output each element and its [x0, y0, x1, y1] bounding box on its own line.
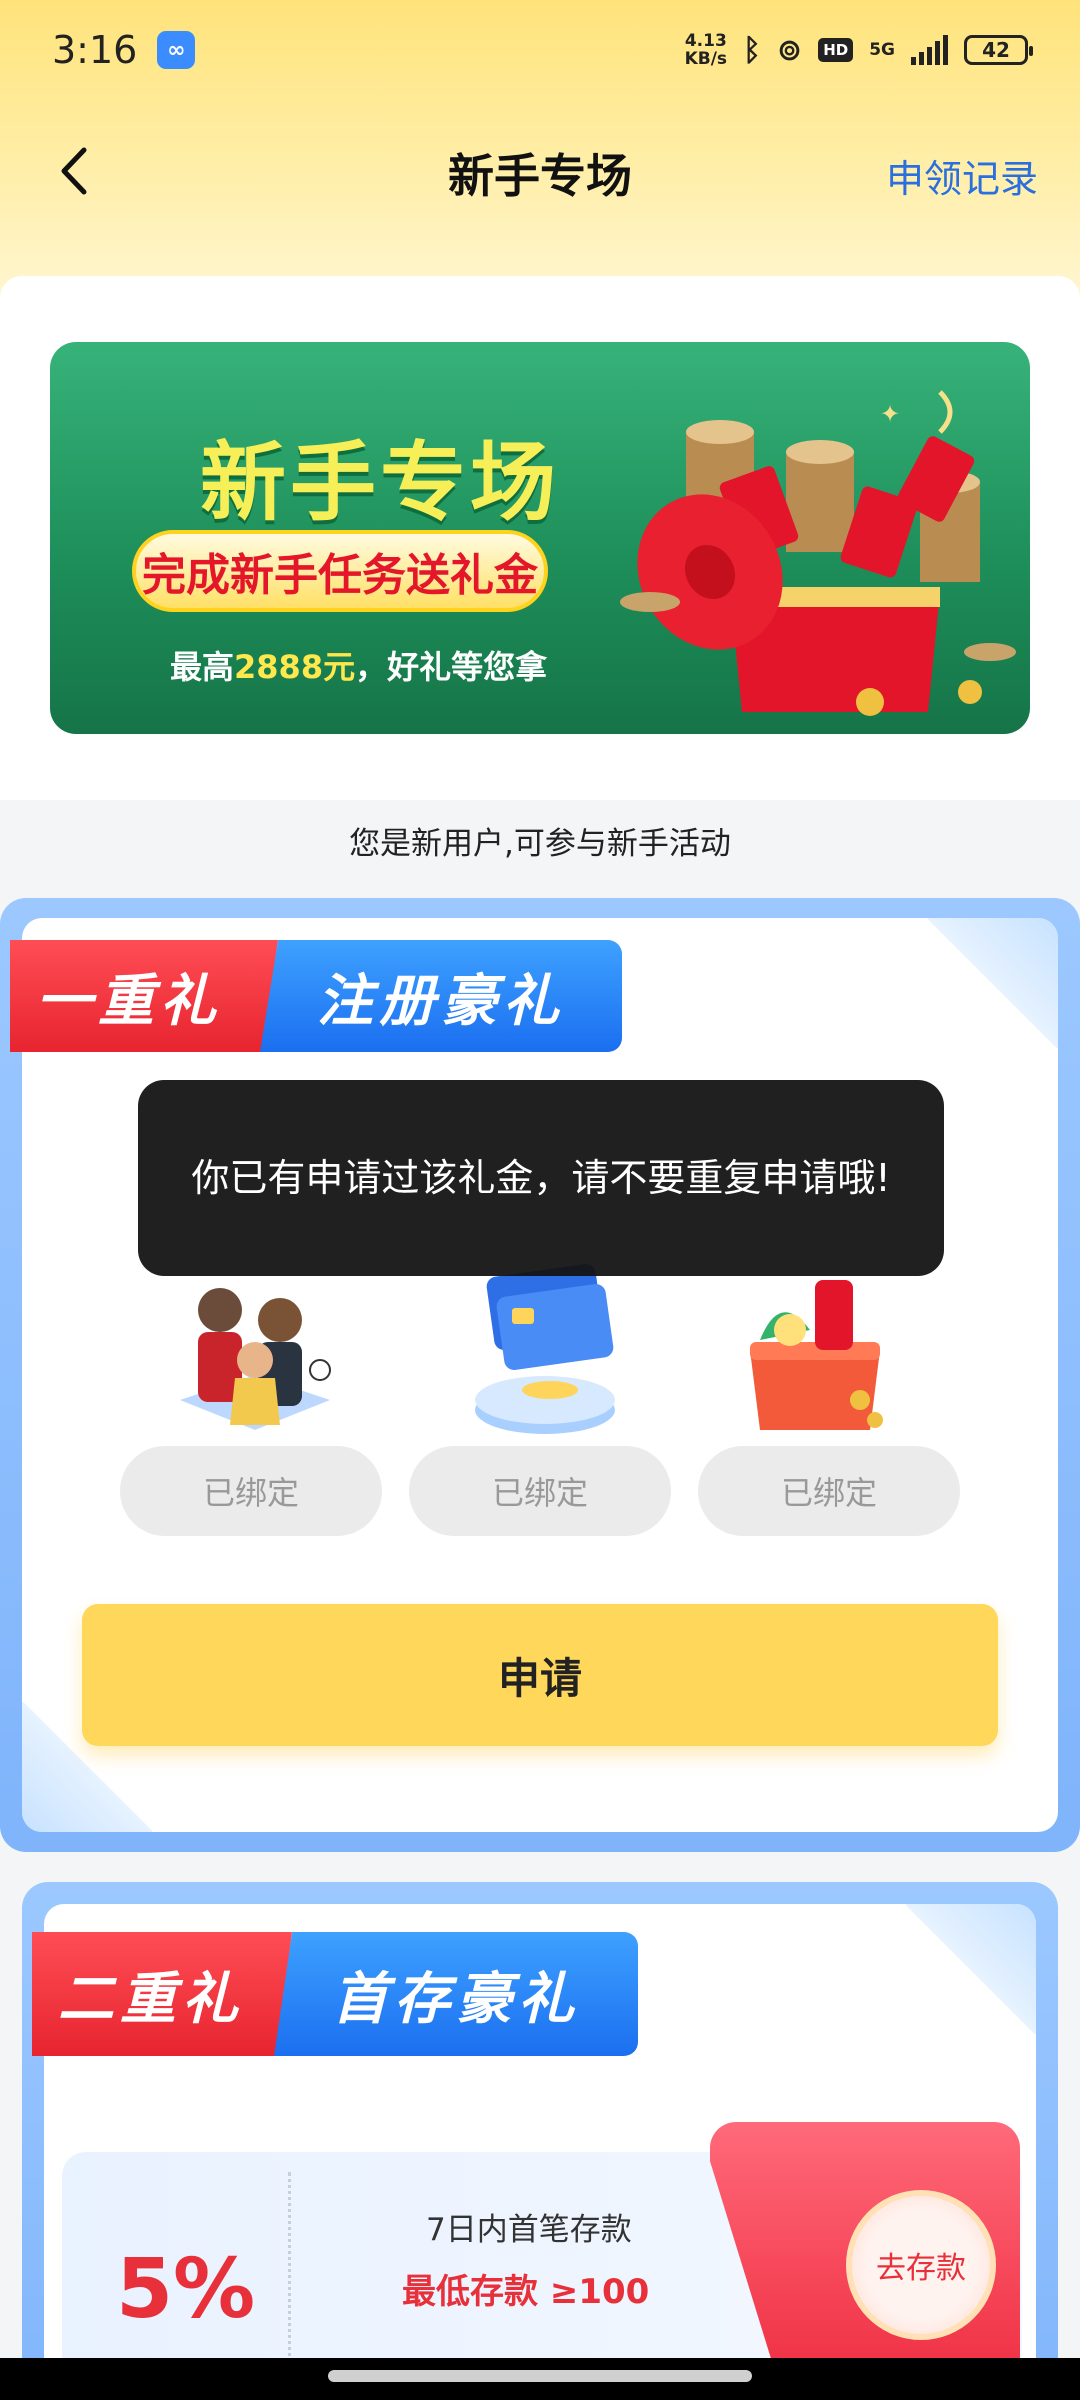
- claim-records-link[interactable]: 申领记录: [886, 148, 1038, 203]
- banner-title: 新手专场: [200, 433, 560, 533]
- ribbon-title-label: 注册豪礼: [260, 940, 622, 1052]
- ribbon-title-label: 首存豪礼: [274, 1932, 638, 2056]
- deposit-condition: 7日内首笔存款: [426, 2212, 632, 2248]
- go-deposit-button[interactable]: 去存款: [846, 2190, 996, 2340]
- bluetooth-icon: ᛒ: [743, 32, 762, 68]
- second-gift-ribbon: 二重礼 首存豪礼: [32, 1932, 638, 2056]
- network-speed-unit: KB/s: [684, 49, 728, 69]
- network-speed-value: 4.13: [684, 31, 727, 51]
- ribbon-level-label: 一重礼: [10, 940, 278, 1052]
- battery-icon: 42: [964, 35, 1033, 65]
- bank-card-illustration: [475, 1263, 615, 1434]
- corner-decoration: [928, 918, 1058, 1048]
- banner-subtitle: 最高2888元，好礼等您拿: [170, 642, 547, 688]
- hotspot-icon: ⊚: [777, 32, 803, 68]
- bonus-percent: 5%: [116, 2242, 256, 2337]
- toast-message: 你已有申请过该礼金，请不要重复申请哦!: [191, 1156, 891, 1200]
- new-user-tip: 您是新用户,可参与新手活动: [349, 826, 731, 862]
- banner-sub-prefix: 最高: [170, 648, 235, 686]
- banner-sub-suffix: ，好礼等您拿: [355, 648, 548, 686]
- minimum-deposit: 最低存款 ≥100: [402, 2272, 650, 2312]
- first-gift-ribbon: 一重礼 注册豪礼: [10, 940, 622, 1052]
- apply-button[interactable]: 申请: [82, 1604, 998, 1746]
- bound-button-gift[interactable]: 已绑定: [698, 1446, 960, 1536]
- battery-level: 42: [982, 38, 1010, 62]
- banner-card: 新手专场 完成新手任务送礼金 最高2888元，好礼等您拿 ✦: [0, 276, 1080, 800]
- banner-sub-amount: 2888元: [234, 648, 356, 686]
- promo-banner[interactable]: 新手专场 完成新手任务送礼金 最高2888元，好礼等您拿 ✦: [50, 342, 1030, 734]
- gift-basket-illustration: [750, 1280, 883, 1430]
- banner-pill: 完成新手任务送礼金: [132, 530, 548, 612]
- home-indicator[interactable]: [328, 2370, 752, 2382]
- network-type: 5G: [869, 40, 895, 60]
- hd-badge: HD: [818, 38, 854, 62]
- network-speed: 4.13 KB/s: [685, 32, 727, 68]
- status-time: 3:16: [52, 28, 138, 72]
- navigation-bar: 新手专场 申领记录: [0, 120, 1080, 220]
- bound-button-games[interactable]: 已绑定: [120, 1446, 382, 1536]
- games-illustration: [180, 1288, 331, 1430]
- status-indicators: 4.13 KB/s ᛒ ⊚ HD 5G 42: [685, 32, 1033, 68]
- ticket-divider: [288, 2172, 291, 2382]
- link-icon: ∞: [157, 31, 196, 69]
- svg-text:✦: ✦: [880, 400, 900, 428]
- gift-box-illustration: ✦: [620, 390, 1016, 716]
- status-bar: 3:16 ∞ 4.13 KB/s ᛒ ⊚ HD 5G 42: [0, 0, 1080, 100]
- duplicate-application-toast: 你已有申请过该礼金，请不要重复申请哦!: [138, 1080, 944, 1276]
- ribbon-level-label: 二重礼: [32, 1932, 292, 2056]
- bound-button-bank-card[interactable]: 已绑定: [409, 1446, 671, 1536]
- signal-icon: [911, 35, 948, 65]
- corner-decoration: [906, 1904, 1036, 2034]
